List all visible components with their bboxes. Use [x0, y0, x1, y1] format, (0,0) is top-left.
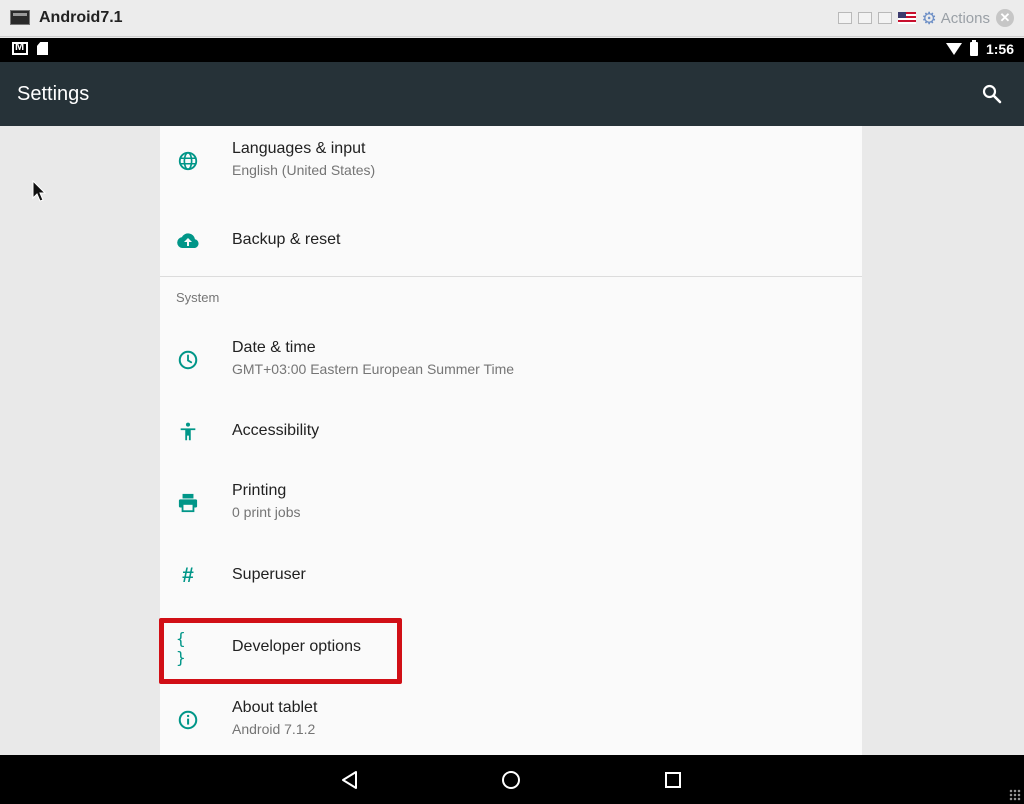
settings-content[interactable]: Languages & input English (United States… [0, 126, 1024, 755]
cloud-upload-icon [176, 229, 200, 253]
settings-item-title: Date & time [232, 339, 316, 356]
window-controls: ⚙ Actions ✕ [837, 8, 1014, 28]
gmail-notification-icon [12, 41, 28, 55]
hash-icon: # [182, 564, 194, 587]
globe-icon [176, 149, 200, 173]
status-time: 1:56 [985, 41, 1014, 57]
gear-icon: ⚙ [921, 8, 937, 28]
minimize-button[interactable] [837, 12, 852, 24]
settings-item-title: About tablet [232, 699, 318, 716]
sd-card-icon [37, 42, 48, 55]
recents-icon[interactable] [660, 767, 686, 793]
page-title: Settings [17, 83, 90, 105]
battery-icon [969, 40, 978, 56]
settings-list: Languages & input English (United States… [159, 126, 862, 755]
info-icon [176, 708, 200, 732]
settings-item-title: Languages & input [232, 140, 366, 157]
home-icon[interactable] [498, 767, 524, 793]
maximize-button[interactable] [877, 12, 892, 24]
settings-item-subtitle: GMT+03:00 Eastern European Summer Time [232, 361, 515, 377]
settings-item-subtitle: 0 print jobs [232, 504, 301, 520]
app-window-icon [10, 10, 30, 25]
us-flag-icon[interactable] [897, 12, 916, 24]
actions-label: Actions [940, 9, 990, 27]
action-bar: Settings [0, 62, 1024, 126]
section-divider [160, 276, 862, 277]
back-icon[interactable] [337, 767, 363, 793]
accessibility-icon [176, 420, 200, 444]
settings-item-date-time[interactable]: Date & time GMT+03:00 Eastern European S… [160, 325, 862, 395]
search-icon[interactable] [980, 82, 1004, 106]
settings-item-superuser[interactable]: # Superuser [160, 541, 862, 611]
settings-item-languages[interactable]: Languages & input English (United States… [160, 126, 862, 196]
settings-item-title: Printing [232, 482, 287, 499]
settings-item-accessibility[interactable]: Accessibility [160, 397, 862, 467]
highlight-box [159, 618, 402, 684]
window-titlebar: Android7.1 ⚙ Actions ✕ [0, 0, 1024, 37]
status-bar: 1:56 [0, 38, 1024, 62]
settings-item-printing[interactable]: Printing 0 print jobs [160, 468, 862, 538]
settings-item-title: Superuser [232, 566, 306, 583]
actions-menu-button[interactable]: ⚙ Actions [922, 10, 990, 27]
settings-item-subtitle: English (United States) [232, 162, 376, 178]
section-header-system: System [176, 290, 220, 305]
wifi-icon [945, 43, 962, 55]
settings-item-backup[interactable]: Backup & reset [160, 206, 862, 276]
printer-icon [176, 491, 200, 515]
restore-button[interactable] [857, 12, 872, 24]
resize-grip-icon[interactable] [1009, 789, 1021, 801]
settings-item-about-tablet[interactable]: About tablet Android 7.1.2 [160, 685, 862, 755]
settings-item-title: Accessibility [232, 422, 320, 439]
settings-item-subtitle: Android 7.1.2 [232, 721, 316, 737]
clock-icon [176, 348, 200, 372]
settings-item-title: Backup & reset [232, 231, 341, 248]
navigation-bar [0, 755, 1024, 804]
close-icon[interactable]: ✕ [996, 9, 1014, 27]
window-title: Android7.1 [39, 9, 123, 26]
